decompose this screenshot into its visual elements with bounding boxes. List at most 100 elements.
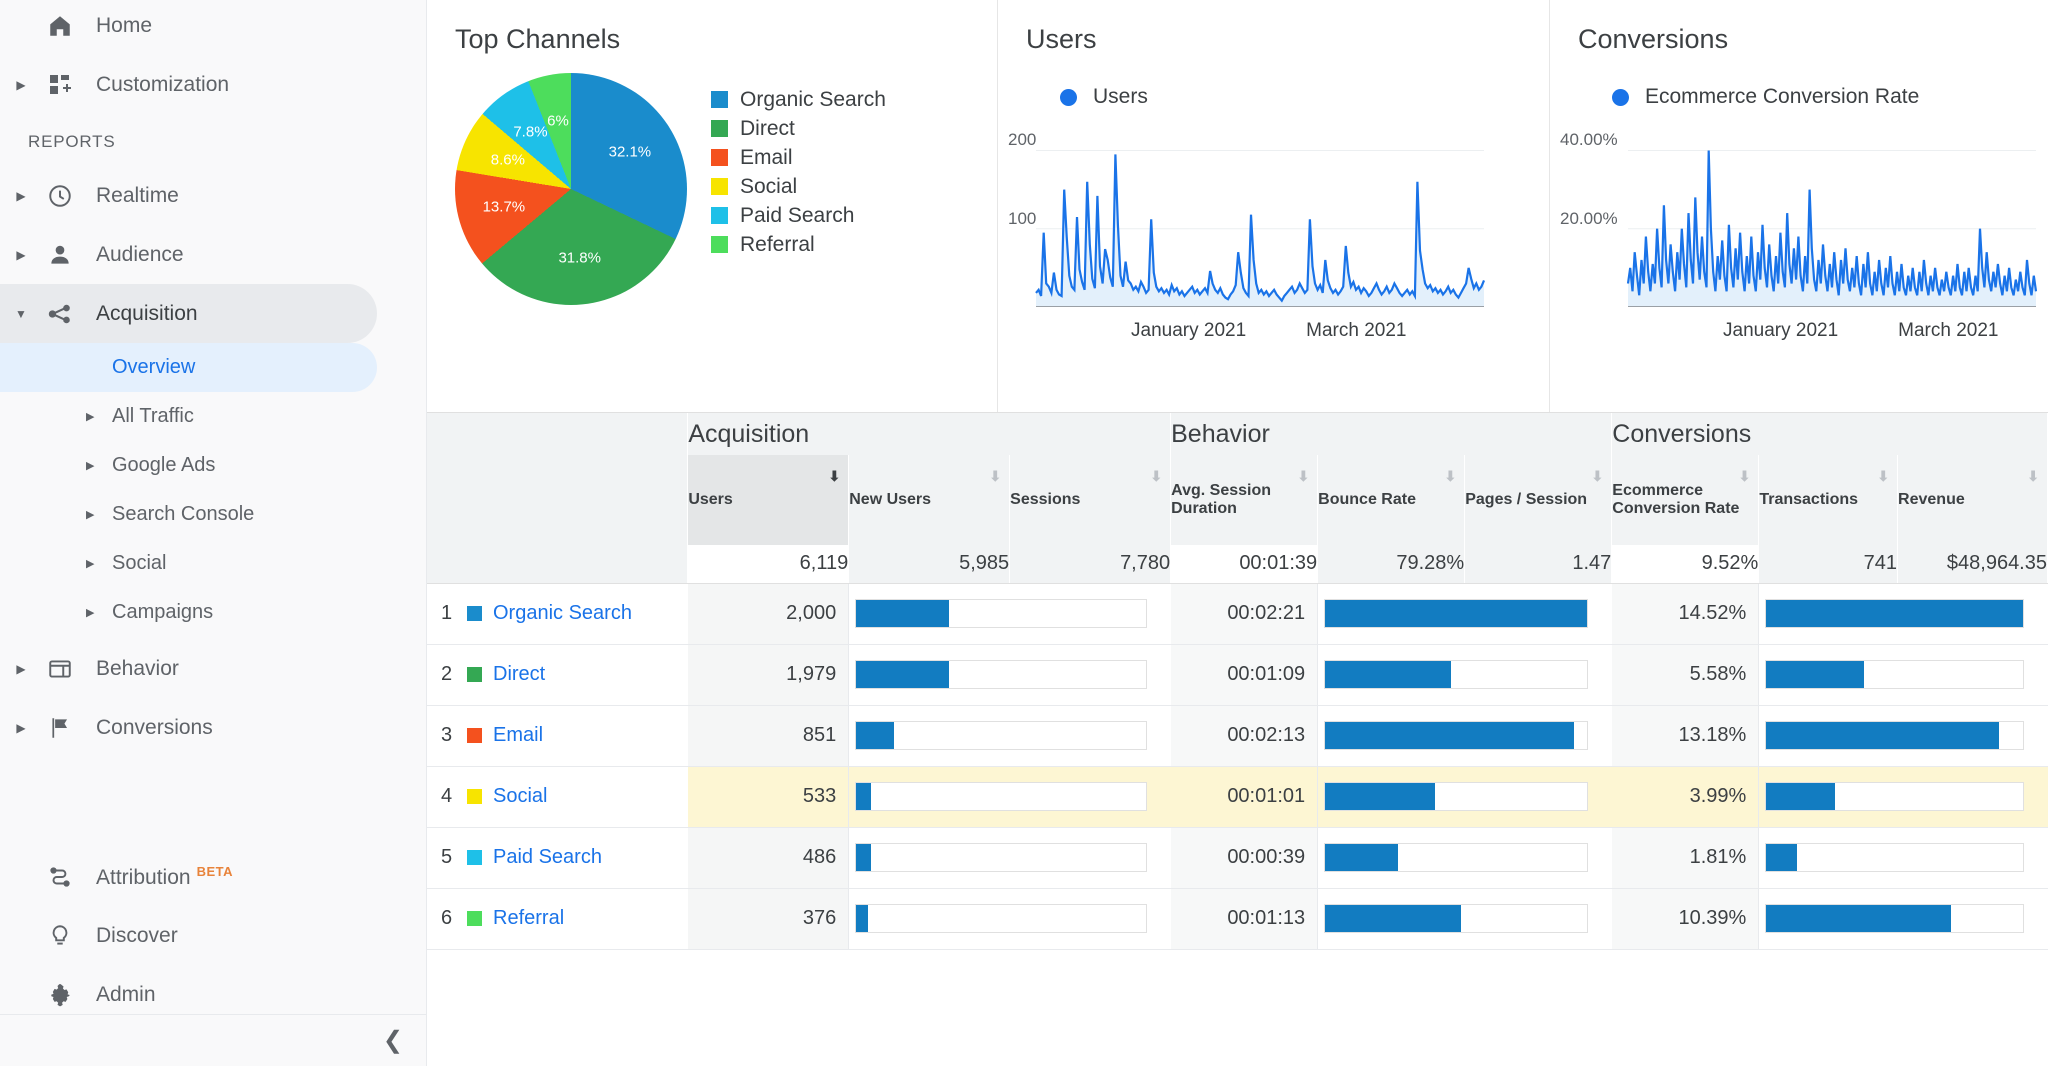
chevron-right-icon: ▶ [86,606,108,619]
table-body: 6,1195,9857,78000:01:3979.28%1.479.52%74… [427,545,2048,949]
column-label: Pages / Session [1465,491,1587,508]
sidebar-item-acquisition[interactable]: ▼ Acquisition [0,284,377,343]
cell-users: 533 [688,766,849,827]
sort-arrow-icon[interactable]: ⬇ [1444,469,1456,483]
sidebar-item-search-console[interactable]: ▶ Search Console [0,490,426,539]
legend-item[interactable]: Referral [711,230,886,259]
pie-chart-wrapper: 32.1%31.8%13.7%8.6%7.8%6% Organic Search… [427,55,997,305]
conversions-timeseries-chart[interactable]: 20.00%40.00%January 2021March 2021 [1550,127,2048,341]
channel-link[interactable]: Social [493,785,547,808]
table-row[interactable]: 2Direct1,97900:01:095.58% [427,644,2048,705]
table-column-header[interactable]: Users ⬇ [688,455,849,545]
channel-link[interactable]: Email [493,724,543,747]
sort-arrow-icon[interactable]: ⬇ [1592,469,1604,483]
channel-link[interactable]: Paid Search [493,846,602,869]
sidebar-item-customization[interactable]: ▶ Customization [0,55,426,114]
expand-arrow-icon[interactable]: ▶ [8,190,34,202]
sort-arrow-icon[interactable]: ⬇ [1150,469,1162,483]
sidebar-item-conversions[interactable]: ▶ Conversions [0,698,426,757]
sidebar-item-overview[interactable]: Overview [0,343,377,392]
table-row[interactable]: 1Organic Search2,00000:02:2114.52% [427,583,2048,644]
sidebar-item-attribution[interactable]: ▶ AttributionBETA [0,847,426,906]
channel-cell: 3Email [427,705,688,766]
expand-arrow-icon[interactable]: ▶ [8,722,34,734]
expand-arrow-icon[interactable]: ▶ [8,663,34,675]
sort-arrow-icon[interactable]: ⬇ [1877,469,1889,483]
expand-arrow-icon[interactable]: ▶ [8,249,34,261]
sort-arrow-icon[interactable]: ⬇ [829,469,841,483]
table-row[interactable]: 5Paid Search48600:00:391.81% [427,827,2048,888]
legend-item[interactable]: Paid Search [711,201,886,230]
column-label: Users [688,491,732,508]
expand-arrow-icon[interactable]: ▶ [8,79,34,91]
column-label: Avg. Session Duration [1171,482,1271,517]
column-label: New Users [849,491,931,508]
sort-arrow-icon[interactable]: ⬇ [989,469,1001,483]
channel-link[interactable]: Organic Search [493,602,632,625]
pie-slice-label: 32.1% [609,143,652,160]
table-column-header[interactable]: New Users ⬇ [849,455,1010,545]
sidebar-item-label: Home [86,14,152,38]
sidebar-section-reports: REPORTS [0,114,426,166]
legend-item[interactable]: Direct [711,114,886,143]
sidebar-item-label: Audience [86,243,184,267]
cell-users: 851 [688,705,849,766]
sidebar-item-realtime[interactable]: ▶ Realtime [0,166,426,225]
channel-link[interactable]: Referral [493,907,564,930]
column-label: Bounce Rate [1318,491,1416,508]
bar-fill [1325,905,1461,932]
chevron-left-icon[interactable]: ❮ [383,1026,403,1055]
sidebar-item-all-traffic[interactable]: ▶ All Traffic [0,392,426,441]
table-head: AcquisitionBehaviorConversions Users⬇New… [427,413,2048,545]
sort-arrow-icon[interactable]: ⬇ [2027,469,2039,483]
legend-item[interactable]: Email [711,143,886,172]
legend-item[interactable]: Social [711,172,886,201]
card-title: Conversions [1550,16,2048,55]
table-row[interactable]: 4Social53300:01:013.99% [427,766,2048,827]
chart-svg [1550,127,2048,307]
sidebar-item-social[interactable]: ▶ Social [0,539,426,588]
table-column-header[interactable]: Sessions⬇ [1010,455,1171,545]
sidebar-subitem-label: Google Ads [108,454,215,477]
table-column-header[interactable]: Ecommerce Conversion Rate⬇ [1612,455,1759,545]
totals-blank [427,545,688,583]
bar-fill [856,600,949,627]
sidebar-item-label: Conversions [86,716,213,740]
sort-arrow-icon[interactable]: ⬇ [1739,469,1751,483]
table-column-header[interactable]: Transactions⬇ [1759,455,1898,545]
table-column-header[interactable]: Revenue⬇ [1898,455,2048,545]
chevron-right-icon: ▶ [86,508,108,521]
cell-users: 1,979 [688,644,849,705]
sort-arrow-icon[interactable]: ⬇ [1297,469,1309,483]
channels-table: AcquisitionBehaviorConversions Users⬇New… [427,413,2048,950]
sidebar-item-campaigns[interactable]: ▶ Campaigns [0,588,426,637]
table-row[interactable]: 3Email85100:02:1313.18% [427,705,2048,766]
table-column-header[interactable]: Pages / Session ⬇ [1465,455,1612,545]
sidebar-item-home[interactable]: ▶ Home [0,0,426,55]
cell-ecommerce-conversion-rate: 10.39% [1612,888,1759,949]
sidebar-item-label: Admin [86,983,156,1007]
sidebar-spacer [0,757,426,847]
cell-conversion-bar [1759,583,2048,644]
table-row[interactable]: 6Referral37600:01:1310.39% [427,888,2048,949]
sidebar: ▶ Home ▶ Customization REPORTS ▶ [0,0,427,1066]
sidebar-item-discover[interactable]: ▶ Discover [0,906,426,965]
sidebar-item-audience[interactable]: ▶ Audience [0,225,426,284]
legend-label: Paid Search [728,204,854,228]
top-channels-pie-chart[interactable]: 32.1%31.8%13.7%8.6%7.8%6% [455,73,687,305]
legend-item[interactable]: Organic Search [711,85,886,114]
channel-color-chip [467,667,482,682]
channel-link[interactable]: Direct [493,663,545,686]
table-column-header[interactable]: Avg. Session Duration ⬇ [1171,455,1318,545]
cell-avg-session-duration: 00:01:13 [1171,888,1318,949]
row-rank: 1 [441,602,467,625]
channel-cell: 4Social [427,766,688,827]
collapse-arrow-icon[interactable]: ▼ [8,308,34,320]
total-pages-per-session: 1.47 [1465,545,1612,583]
sidebar-item-behavior[interactable]: ▶ Behavior [0,639,426,698]
users-timeseries-chart[interactable]: 100200January 2021March 2021 [998,127,1498,341]
legend-color-swatch [711,178,728,195]
bar-track [855,782,1146,811]
table-column-header[interactable]: Bounce Rate ⬇ [1318,455,1465,545]
sidebar-item-google-ads[interactable]: ▶ Google Ads [0,441,426,490]
